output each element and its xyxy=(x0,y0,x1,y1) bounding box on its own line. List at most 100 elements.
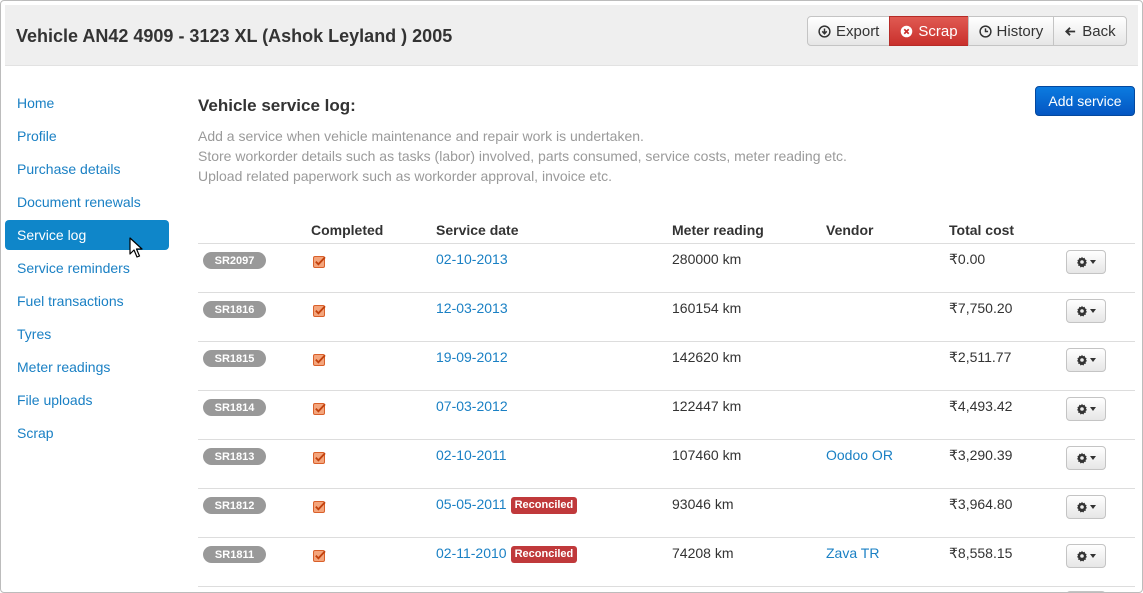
service-date-cell: 19-09-2012 xyxy=(436,349,508,365)
sidebar-item-scrap[interactable]: Scrap xyxy=(5,418,169,448)
sidebar-item-purchase-details[interactable]: Purchase details xyxy=(5,154,169,184)
row-actions-button[interactable] xyxy=(1066,299,1106,323)
gear-icon xyxy=(1077,305,1087,317)
service-id-badge[interactable]: SR1811 xyxy=(203,546,266,563)
chevron-down-icon xyxy=(1090,407,1096,411)
total-cost-cell: ₹4,493.42 xyxy=(949,398,1013,414)
chevron-down-icon xyxy=(1090,456,1096,460)
service-date-link[interactable]: 07-03-2012 xyxy=(436,398,508,414)
completed-checkbox-icon xyxy=(313,550,326,562)
column-header-completed: Completed xyxy=(311,222,384,238)
description-line: Add a service when vehicle maintenance a… xyxy=(198,128,644,144)
meter-reading-cell: 107460 km xyxy=(672,447,742,463)
completed-checkbox-icon xyxy=(313,354,326,366)
sidebar-item-profile[interactable]: Profile xyxy=(5,121,169,151)
sidebar-item-meter-readings[interactable]: Meter readings xyxy=(5,352,169,382)
row-actions-button[interactable] xyxy=(1066,544,1106,568)
total-cost-cell: ₹8,558.15 xyxy=(949,545,1013,561)
page-header: Vehicle AN42 4909 - 3123 XL (Ashok Leyla… xyxy=(5,5,1138,66)
section-description: Add a service when vehicle maintenance a… xyxy=(198,126,847,186)
service-id-badge[interactable]: SR1813 xyxy=(203,448,266,465)
gear-icon xyxy=(1077,550,1087,562)
service-id-badge[interactable]: SR1812 xyxy=(203,497,266,514)
service-id-badge[interactable]: SR1814 xyxy=(203,399,266,416)
service-date-cell: 02-11-2010 Reconciled xyxy=(436,545,578,563)
scrap-button-label: Scrap xyxy=(918,22,958,40)
chevron-down-icon xyxy=(1090,505,1096,509)
total-cost-cell: ₹3,290.39 xyxy=(949,447,1013,463)
meter-reading-cell: 93046 km xyxy=(672,496,734,512)
service-id-badge[interactable]: SR1816 xyxy=(203,301,266,318)
service-log-table: Completed Service date Meter reading Ven… xyxy=(198,218,1135,592)
service-id-badge[interactable]: SR2097 xyxy=(203,252,266,269)
meter-reading-cell: 160154 km xyxy=(672,300,742,316)
completed-checkbox-icon xyxy=(313,403,326,415)
export-button[interactable]: Export xyxy=(807,16,891,46)
service-date-link[interactable]: 02-10-2011 xyxy=(436,447,507,463)
reconciled-badge[interactable]: Reconciled xyxy=(510,546,578,563)
sidebar-nav: Home Profile Purchase details Document r… xyxy=(5,88,169,451)
gear-icon xyxy=(1077,501,1087,513)
back-button[interactable]: Back xyxy=(1053,16,1127,46)
header-button-group: Export Scrap History Back xyxy=(807,16,1127,46)
service-date-cell: 02-10-2013 xyxy=(436,251,508,267)
service-id-badge[interactable]: SR1815 xyxy=(203,350,266,367)
scrap-button[interactable]: Scrap xyxy=(889,16,969,46)
history-button-label: History xyxy=(996,22,1044,40)
completed-checkbox-icon xyxy=(313,452,326,464)
row-actions-button[interactable] xyxy=(1066,250,1106,274)
service-date-cell: 05-05-2011 Reconciled xyxy=(436,496,578,514)
row-actions-button[interactable] xyxy=(1066,495,1106,519)
add-service-button[interactable]: Add service xyxy=(1035,86,1135,116)
completed-checkbox-icon xyxy=(313,256,326,268)
sidebar-item-document-renewals[interactable]: Document renewals xyxy=(5,187,169,217)
table-row: SR1816 12-03-2013 160154 km ₹7,750.20 xyxy=(198,293,1135,342)
column-header-meter-reading: Meter reading xyxy=(672,222,764,238)
sidebar-item-tyres[interactable]: Tyres xyxy=(5,319,169,349)
mouse-cursor-icon xyxy=(129,237,143,258)
table-row: SR1812 05-05-2011 Reconciled 93046 km ₹3,964… xyxy=(198,489,1135,538)
service-date-cell: 07-03-2012 xyxy=(436,398,508,414)
gear-icon xyxy=(1077,452,1087,464)
history-button[interactable]: History xyxy=(967,16,1055,46)
vendor-link[interactable]: Oodoo OR xyxy=(826,447,893,463)
table-body: SR2097 02-10-2013 280000 km ₹0.00 SR1816 12-0… xyxy=(198,244,1135,587)
chevron-down-icon xyxy=(1090,358,1096,362)
service-date-link[interactable]: 12-03-2013 xyxy=(436,300,508,316)
gear-icon xyxy=(1077,403,1087,415)
completed-checkbox-icon xyxy=(313,305,326,317)
service-date-link[interactable]: 02-11-2010 xyxy=(436,545,507,561)
sidebar-item-service-reminders[interactable]: Service reminders xyxy=(5,253,169,283)
sidebar-item-fuel-transactions[interactable]: Fuel transactions xyxy=(5,286,169,316)
column-header-service-date: Service date xyxy=(436,222,519,238)
row-actions-button[interactable] xyxy=(1066,397,1106,421)
meter-reading-cell: 142620 km xyxy=(672,349,742,365)
service-date-link[interactable]: 05-05-2011 xyxy=(436,496,507,512)
vendor-link[interactable]: Zava TR xyxy=(826,545,879,561)
gear-icon xyxy=(1077,354,1087,366)
total-cost-cell: ₹2,511.77 xyxy=(949,349,1012,365)
circle-x-icon xyxy=(900,25,913,38)
table-header: Completed Service date Meter reading Ven… xyxy=(198,218,1135,244)
section-title: Vehicle service log: xyxy=(198,96,356,115)
meter-reading-cell: 122447 km xyxy=(672,398,742,414)
service-date-cell: 12-03-2013 xyxy=(436,300,508,316)
total-cost-cell: ₹7,750.20 xyxy=(949,300,1013,316)
arrow-left-icon xyxy=(1064,25,1077,38)
sidebar-item-home[interactable]: Home xyxy=(5,88,169,118)
meter-reading-cell: 74208 km xyxy=(672,545,734,561)
reconciled-badge[interactable]: Reconciled xyxy=(510,497,578,514)
clock-icon xyxy=(978,24,992,38)
sidebar-item-service-log[interactable]: Service log xyxy=(5,220,169,250)
service-date-link[interactable]: 19-09-2012 xyxy=(436,349,508,365)
total-cost-cell: ₹3,964.80 xyxy=(949,496,1013,512)
row-actions-button[interactable] xyxy=(1066,348,1106,372)
service-date-link[interactable]: 02-10-2013 xyxy=(436,251,508,267)
table-row: SR1813 02-10-2011 107460 km Oodoo OR ₹3,290.… xyxy=(198,440,1135,489)
back-button-label: Back xyxy=(1082,22,1116,40)
row-actions-button[interactable] xyxy=(1066,446,1106,470)
table-row: SR1811 02-11-2010 Reconciled 74208 km Zava T… xyxy=(198,538,1135,587)
sidebar-item-file-uploads[interactable]: File uploads xyxy=(5,385,169,415)
table-row: SR2097 02-10-2013 280000 km ₹0.00 xyxy=(198,244,1135,293)
chevron-down-icon xyxy=(1090,309,1096,313)
